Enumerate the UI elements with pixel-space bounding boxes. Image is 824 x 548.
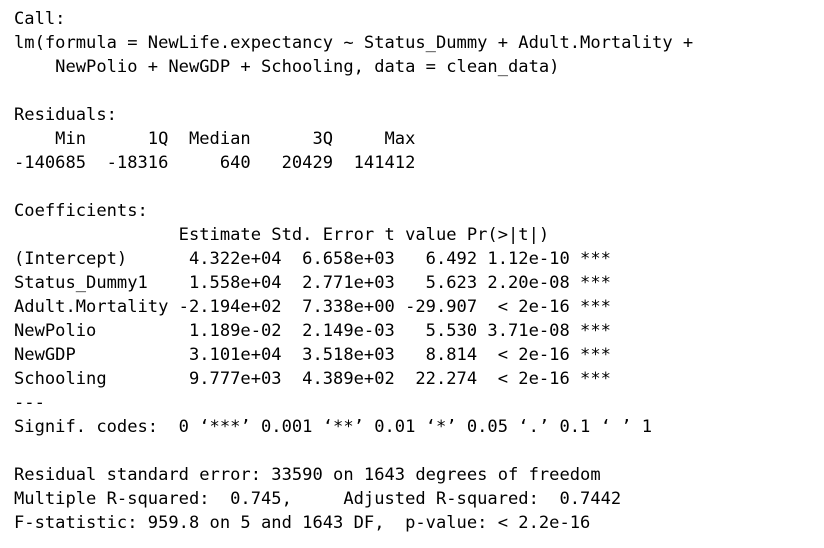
coefficient-row-newpolio: NewPolio 1.189e-02 2.149e-03 5.530 3.71e… [14, 321, 611, 341]
signif-codes-legend: Signif. codes: 0 ‘***’ 0.001 ‘**’ 0.01 ‘… [14, 417, 653, 437]
residual-standard-error: Residual standard error: 33590 on 1643 d… [14, 465, 601, 485]
coefficients-column-headers: Estimate Std. Error t value Pr(>|t|) [14, 225, 591, 245]
residuals-header: Residuals: [14, 105, 117, 125]
coefficient-row-newgdp: NewGDP 3.101e+04 3.518e+03 8.814 < 2e-16… [14, 345, 611, 365]
call-header: Call: [14, 9, 66, 29]
coefficients-header: Coefficients: [14, 201, 148, 221]
coefficient-row-adult-mortality: Adult.Mortality -2.194e+02 7.338e+00 -29… [14, 297, 611, 317]
residuals-column-headers: Min 1Q Median 3Q Max [14, 129, 416, 149]
coefficient-row-schooling: Schooling 9.777e+03 4.389e+02 22.274 < 2… [14, 369, 611, 389]
r-console-output: Call: lm(formula = NewLife.expectancy ~ … [0, 0, 824, 548]
coefficient-row-status-dummy: Status_Dummy1 1.558e+04 2.771e+03 5.623 … [14, 273, 611, 293]
r-squared-line: Multiple R-squared: 0.745, Adjusted R-sq… [14, 489, 632, 509]
f-statistic-line: F-statistic: 959.8 on 5 and 1643 DF, p-v… [14, 513, 591, 533]
coefficients-separator: --- [14, 393, 45, 413]
residuals-values: -140685 -18316 640 20429 141412 [14, 153, 416, 173]
call-formula-line-1: lm(formula = NewLife.expectancy ~ Status… [14, 33, 694, 53]
coefficient-row-intercept: (Intercept) 4.322e+04 6.658e+03 6.492 1.… [14, 249, 611, 269]
call-formula-line-2: NewPolio + NewGDP + Schooling, data = cl… [14, 57, 560, 77]
